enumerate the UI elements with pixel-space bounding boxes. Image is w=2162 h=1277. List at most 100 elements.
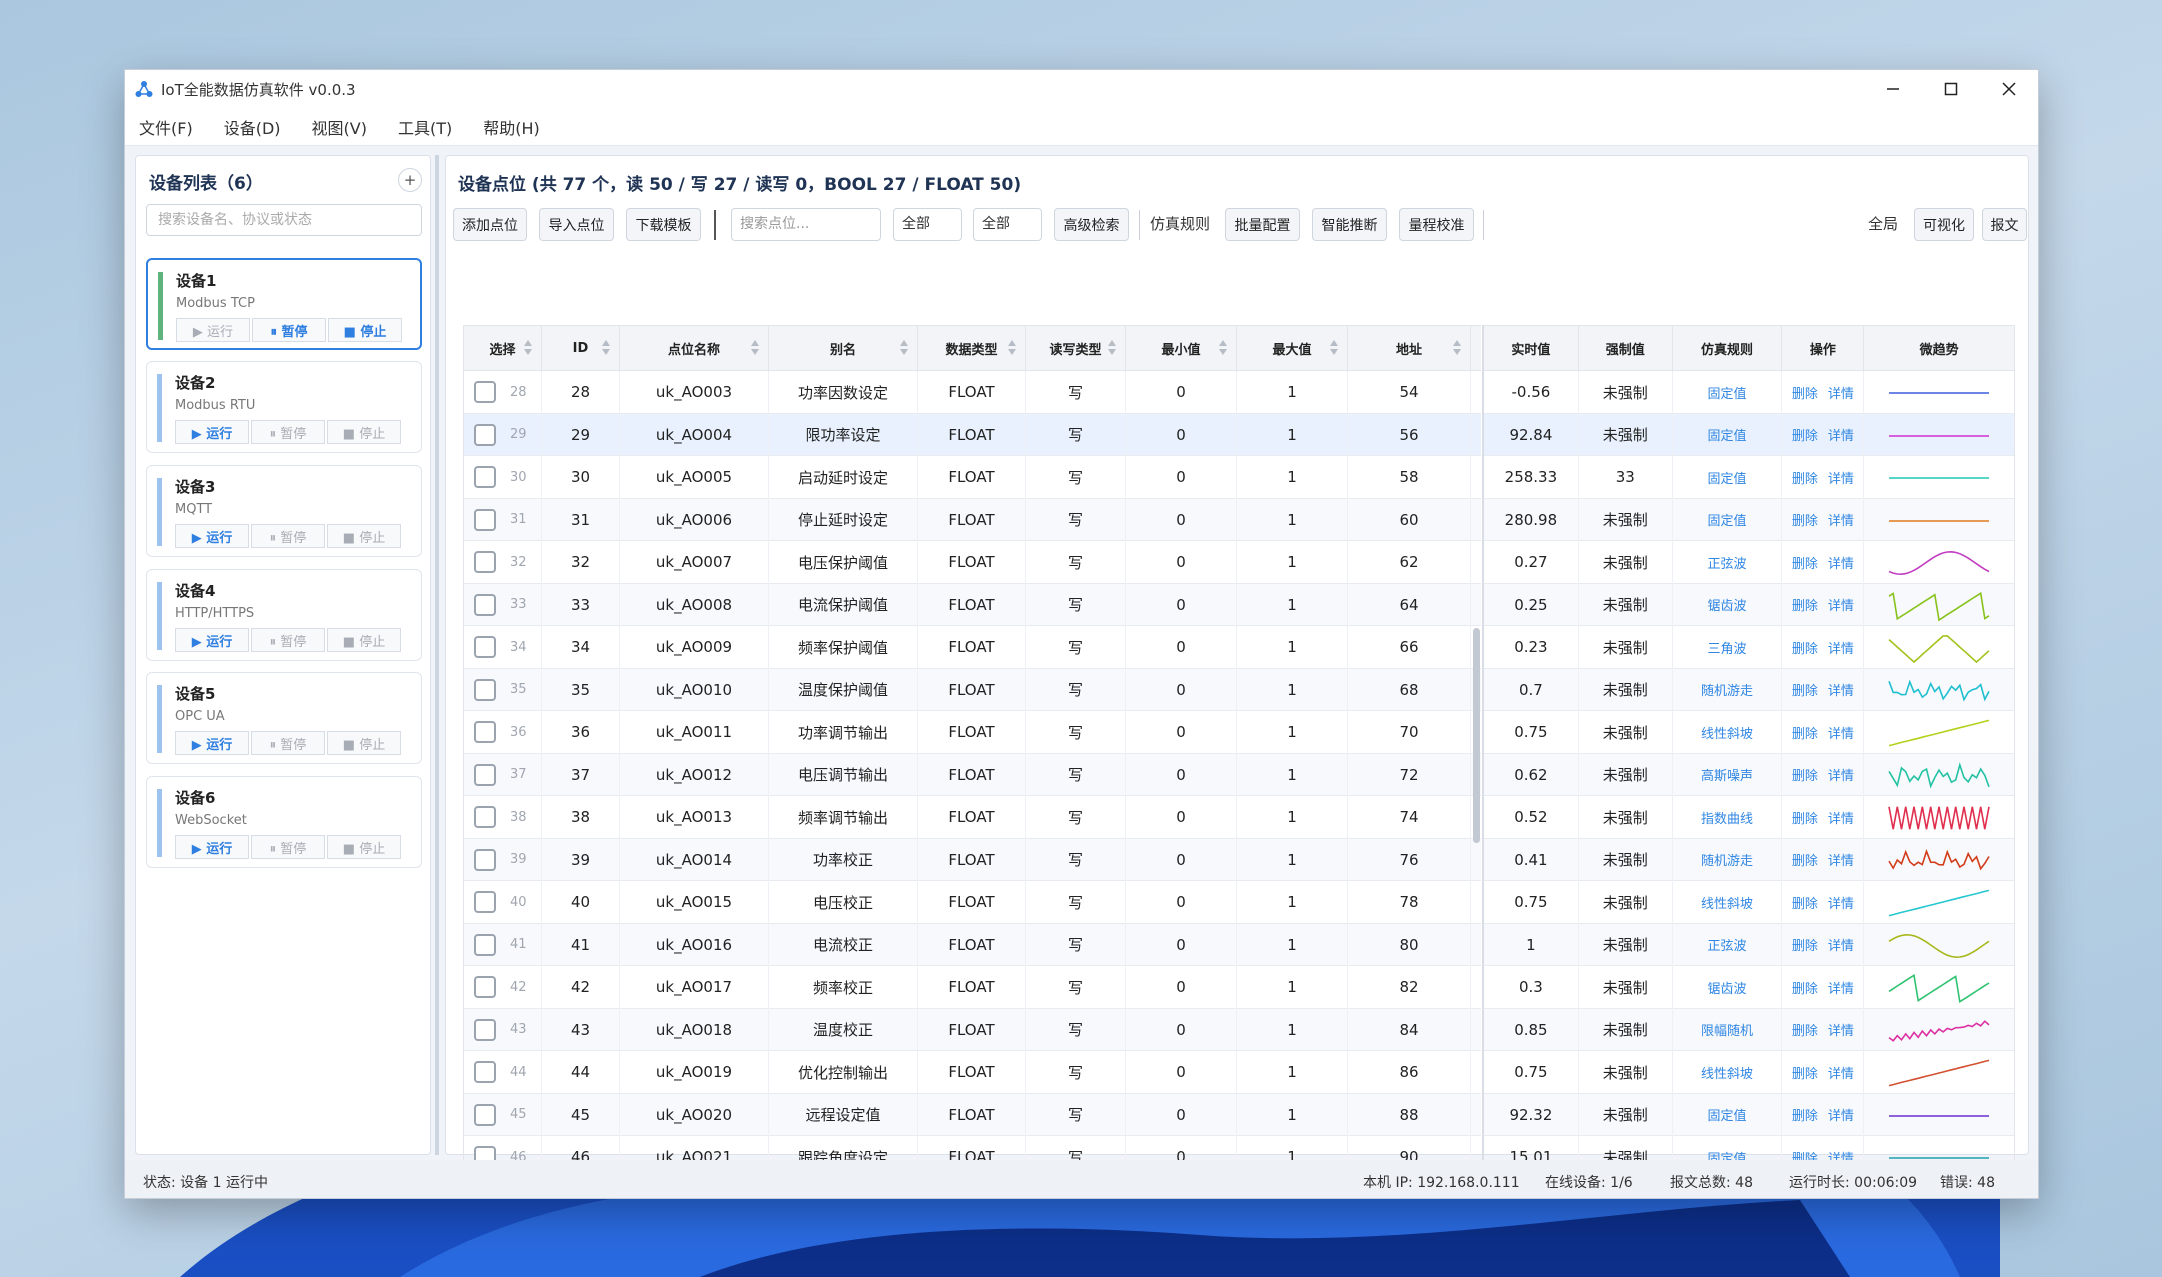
table-row[interactable]: 92.84 未强制 固定值 删除 详情 xyxy=(1484,413,2014,456)
cell-forced-value[interactable]: 未强制 xyxy=(1579,923,1673,966)
table-row[interactable]: 30 30 uk_AO005 启动延时设定 FLOAT 写 0 1 58 xyxy=(464,456,1481,499)
delete-link[interactable]: 删除 xyxy=(1792,1063,1818,1082)
table-row[interactable]: 38 38 uk_AO013 频率调节输出 FLOAT 写 0 1 74 xyxy=(464,796,1481,839)
run-button[interactable]: ▶ 运行 xyxy=(175,731,249,755)
stop-button[interactable]: ■ 停止 xyxy=(327,731,401,755)
row-checkbox[interactable] xyxy=(474,466,496,489)
message-button[interactable]: 报文 xyxy=(1982,208,2027,241)
cell-sim-rule[interactable]: 固定值 xyxy=(1673,456,1783,499)
col-id[interactable]: ID xyxy=(542,326,620,371)
table-row[interactable]: 92.32 未强制 固定值 删除 详情 xyxy=(1484,1093,2014,1136)
add-device-button[interactable]: + xyxy=(398,168,422,192)
delete-link[interactable]: 删除 xyxy=(1792,1020,1818,1039)
maximize-button[interactable] xyxy=(1922,70,1980,108)
device-card[interactable]: 设备2 Modbus RTU ▶ 运行 ⏸ 暂停 ■ 停止 xyxy=(146,361,422,453)
visualize-button[interactable]: 可视化 xyxy=(1914,208,1974,241)
stop-button[interactable]: ■ 停止 xyxy=(327,628,401,652)
range-calib-button[interactable]: 量程校准 xyxy=(1399,208,1474,241)
col-data-type[interactable]: 数据类型 xyxy=(918,326,1026,371)
device-search-input[interactable]: 搜索设备名、协议或状态 xyxy=(146,204,422,236)
row-checkbox[interactable] xyxy=(474,721,496,744)
pause-button[interactable]: ⏸ 暂停 xyxy=(252,318,326,342)
pause-button[interactable]: ⏸ 暂停 xyxy=(251,628,325,652)
cell-sim-rule[interactable]: 正弦波 xyxy=(1673,541,1783,584)
cell-sim-rule[interactable]: 正弦波 xyxy=(1673,923,1783,966)
cell-forced-value[interactable]: 未强制 xyxy=(1579,1008,1673,1051)
col-max[interactable]: 最大值 xyxy=(1237,326,1348,371)
delete-link[interactable]: 删除 xyxy=(1792,553,1818,572)
run-button[interactable]: ▶ 运行 xyxy=(176,318,250,342)
table-row[interactable]: 31 31 uk_AO006 停止延时设定 FLOAT 写 0 1 60 xyxy=(464,498,1481,541)
table-row[interactable]: 45 45 uk_AO020 远程设定值 FLOAT 写 0 1 88 xyxy=(464,1093,1481,1136)
table-row[interactable]: -0.56 未强制 固定值 删除 详情 xyxy=(1484,371,2014,414)
stop-button[interactable]: ■ 停止 xyxy=(328,318,402,342)
cell-forced-value[interactable]: 未强制 xyxy=(1579,838,1673,881)
cell-sim-rule[interactable]: 线性斜坡 xyxy=(1673,711,1783,754)
smart-infer-button[interactable]: 智能推断 xyxy=(1312,208,1387,241)
detail-link[interactable]: 详情 xyxy=(1828,468,1854,487)
detail-link[interactable]: 详情 xyxy=(1828,1020,1854,1039)
row-checkbox[interactable] xyxy=(474,891,496,914)
table-row[interactable]: 40 40 uk_AO015 电压校正 FLOAT 写 0 1 78 xyxy=(464,881,1481,924)
cell-forced-value[interactable]: 未强制 xyxy=(1579,711,1673,754)
table-row[interactable]: 0.3 未强制 锯齿波 删除 详情 xyxy=(1484,966,2014,1009)
run-button[interactable]: ▶ 运行 xyxy=(175,835,249,859)
device-card[interactable]: 设备1 Modbus TCP ▶ 运行 ⏸ 暂停 ■ 停止 xyxy=(146,258,422,350)
cell-sim-rule[interactable]: 锯齿波 xyxy=(1673,583,1783,626)
row-checkbox[interactable] xyxy=(474,1061,496,1084)
cell-forced-value[interactable]: 未强制 xyxy=(1579,668,1673,711)
cell-sim-rule[interactable]: 线性斜坡 xyxy=(1673,1051,1783,1094)
detail-link[interactable]: 详情 xyxy=(1828,765,1854,784)
batch-config-button[interactable]: 批量配置 xyxy=(1225,208,1300,241)
row-checkbox[interactable] xyxy=(474,508,496,531)
cell-forced-value[interactable]: 未强制 xyxy=(1579,1051,1673,1094)
add-point-button[interactable]: 添加点位 xyxy=(453,208,527,241)
table-row[interactable]: 35 35 uk_AO010 温度保护阈值 FLOAT 写 0 1 68 xyxy=(464,668,1481,711)
cell-forced-value[interactable]: 未强制 xyxy=(1579,1093,1673,1136)
cell-sim-rule[interactable]: 固定值 xyxy=(1673,1093,1783,1136)
table-row[interactable]: 0.41 未强制 随机游走 删除 详情 xyxy=(1484,838,2014,881)
detail-link[interactable]: 详情 xyxy=(1828,1063,1854,1082)
delete-link[interactable]: 删除 xyxy=(1792,595,1818,614)
cell-sim-rule[interactable]: 三角波 xyxy=(1673,626,1783,669)
cell-forced-value[interactable]: 未强制 xyxy=(1579,371,1673,414)
table-row[interactable]: 0.27 未强制 正弦波 删除 详情 xyxy=(1484,541,2014,584)
cell-sim-rule[interactable]: 锯齿波 xyxy=(1673,966,1783,1009)
table-row[interactable]: 41 41 uk_AO016 电流校正 FLOAT 写 0 1 80 xyxy=(464,923,1481,966)
delete-link[interactable]: 删除 xyxy=(1792,468,1818,487)
cell-forced-value[interactable]: 未强制 xyxy=(1579,626,1673,669)
table-row[interactable]: 258.33 33 固定值 删除 详情 xyxy=(1484,456,2014,499)
detail-link[interactable]: 详情 xyxy=(1828,510,1854,529)
stop-button[interactable]: ■ 停止 xyxy=(327,524,401,548)
close-button[interactable] xyxy=(1980,70,2038,108)
filter-select-2[interactable]: 全部 xyxy=(973,208,1042,241)
delete-link[interactable]: 删除 xyxy=(1792,850,1818,869)
row-checkbox[interactable] xyxy=(474,423,496,446)
cell-sim-rule[interactable]: 固定值 xyxy=(1673,498,1783,541)
delete-link[interactable]: 删除 xyxy=(1792,1105,1818,1124)
cell-sim-rule[interactable]: 固定值 xyxy=(1673,413,1783,456)
table-row[interactable]: 0.85 未强制 限幅随机 删除 详情 xyxy=(1484,1008,2014,1051)
download-template-button[interactable]: 下载模板 xyxy=(626,208,701,241)
pause-button[interactable]: ⏸ 暂停 xyxy=(251,835,325,859)
cell-sim-rule[interactable]: 线性斜坡 xyxy=(1673,881,1783,924)
row-checkbox[interactable] xyxy=(474,933,496,956)
table-row[interactable]: 33 33 uk_AO008 电流保护阈值 FLOAT 写 0 1 64 xyxy=(464,583,1481,626)
col-rw-type[interactable]: 读写类型 xyxy=(1026,326,1126,371)
row-checkbox[interactable] xyxy=(474,1103,496,1126)
delete-link[interactable]: 删除 xyxy=(1792,638,1818,657)
delete-link[interactable]: 删除 xyxy=(1792,808,1818,827)
table-row[interactable]: 36 36 uk_AO011 功率调节输出 FLOAT 写 0 1 70 xyxy=(464,711,1481,754)
cell-forced-value[interactable]: 未强制 xyxy=(1579,498,1673,541)
delete-link[interactable]: 删除 xyxy=(1792,978,1818,997)
table-row[interactable]: 280.98 未强制 固定值 删除 详情 xyxy=(1484,498,2014,541)
col-point-name[interactable]: 点位名称 xyxy=(620,326,769,371)
table-row[interactable]: 34 34 uk_AO009 频率保护阈值 FLOAT 写 0 1 66 xyxy=(464,626,1481,669)
detail-link[interactable]: 详情 xyxy=(1828,850,1854,869)
run-button[interactable]: ▶ 运行 xyxy=(175,628,249,652)
import-point-button[interactable]: 导入点位 xyxy=(539,208,614,241)
table-row[interactable]: 1 未强制 正弦波 删除 详情 xyxy=(1484,923,2014,966)
device-card[interactable]: 设备4 HTTP/HTTPS ▶ 运行 ⏸ 暂停 ■ 停止 xyxy=(146,569,422,661)
run-button[interactable]: ▶ 运行 xyxy=(175,420,249,444)
detail-link[interactable]: 详情 xyxy=(1828,1105,1854,1124)
